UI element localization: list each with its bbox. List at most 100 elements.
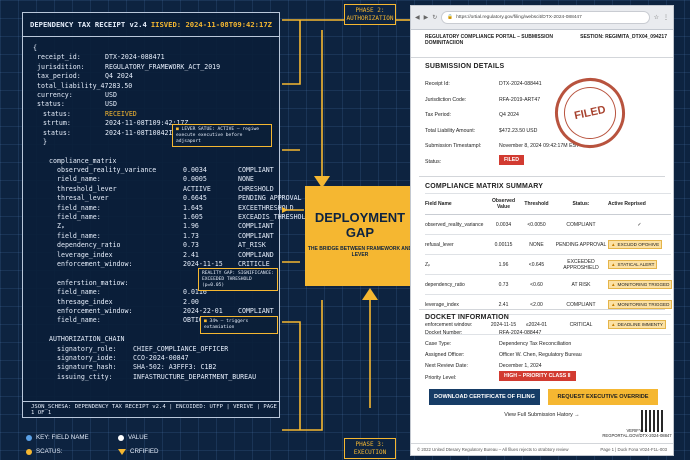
detail-row: Submission Timestampl: November 8, 2024 0…: [425, 143, 579, 149]
docket-label: Next Review Date:: [425, 363, 468, 369]
priority-label: Priority Level:: [425, 375, 457, 381]
check-icon: ✓: [637, 221, 642, 228]
warning-triangle-icon: ▲: [611, 322, 616, 327]
docket-row: Assigned Officer: Officer W. Chen, Regula…: [425, 352, 582, 358]
table-row: leverage_index 2.41 <2.00 COMPLIANT ▲ MONITOR…: [425, 295, 673, 315]
action-text: MONITORING TRIGGED: [617, 282, 670, 287]
column-header: Status:: [572, 201, 590, 207]
cell-field: dependency_ratio: [425, 281, 465, 288]
table-row: observed_reality_variance 0.0034 <0.0050 CO…: [425, 215, 671, 235]
browser-footer: © 2022 United Dtesary Regulatory Bureau …: [411, 443, 673, 455]
forward-icon[interactable]: ▶: [424, 14, 429, 21]
status-badge: FILED: [499, 155, 524, 165]
cell-status: COMPLIANT: [566, 301, 596, 308]
lock-icon: 🔒: [447, 15, 454, 20]
browser-toolbar: ◀ ▶ ↻ 🔒 https://ortial.regulatory.gov/fil…: [411, 6, 673, 30]
address-bar[interactable]: 🔒 https://ortial.regulatory.gov/filing/we…: [441, 11, 650, 24]
cell-action: ▲ DEADLINE IMMENTY: [608, 320, 671, 329]
detail-value: RFA-2019-ART47: [499, 96, 541, 103]
download-certificate-button[interactable]: DOWNLOAD CERTIFICATE OF FILING: [429, 389, 540, 405]
table-row: refusal_lever 0.00115 NONE PENDING APPROVAL…: [425, 235, 671, 255]
reload-icon[interactable]: ↻: [432, 14, 437, 21]
action-text: EXCUDD OPOHIVE: [617, 242, 660, 247]
warning-triangle-icon: ▲: [611, 242, 616, 247]
priority-badge: HIGH – PRIORITY CLASS II: [499, 371, 576, 381]
detail-row: Tax Period: Q4 2024: [425, 112, 519, 118]
qr-code-icon: [641, 410, 663, 432]
detail-label: Jurisdiction Code:: [425, 96, 467, 103]
cell-threshold: <0.645: [528, 261, 545, 268]
cell-threshold: <0.0050: [527, 221, 546, 228]
detail-value: November 8, 2024 09:42:17M EST: [499, 143, 580, 149]
phase-2-label: PHASE 2: AUTHORIZATION: [344, 4, 396, 25]
cell-threshold: <2.00: [530, 301, 543, 308]
detail-label: Receipt Id:: [425, 81, 450, 87]
docket-label: Case Type:: [425, 341, 452, 347]
detail-row: Receipt Id: DTX-2024-088441: [425, 81, 542, 87]
cell-field: Zₚ: [425, 261, 431, 268]
action-tag: ▲ DEADLINE IMMENTY: [608, 320, 666, 329]
detail-label: Total Liability Amount:: [425, 127, 476, 134]
portal-header: REGULATORY COMPLIANCE PORTAL – SUBMISSIO…: [411, 30, 673, 58]
cell-status: PENDING APPROVAL: [555, 241, 607, 248]
detail-value: Q4 2024: [499, 112, 519, 118]
cell-action: ✓: [608, 222, 671, 228]
cell-threshold: NONE: [529, 241, 544, 248]
action-tag: ▲ STATICAL ALERT: [608, 260, 658, 269]
table-row: dependency_ratio 0.73 <0.60 AT RISK ▲ MONITOR…: [425, 275, 673, 295]
cell-observed: 0.73: [498, 281, 509, 288]
cell-observed: 2.41: [498, 301, 509, 308]
cell-observed: 1.96: [498, 261, 509, 268]
column-header: Threshold: [524, 201, 549, 207]
menu-icon[interactable]: ⋮: [663, 14, 669, 21]
action-tag: ▲ MONITORING TRIGGED: [608, 280, 673, 289]
footer-copyright: © 2022 United Dtesary Regulatory Bureau …: [417, 447, 569, 452]
detail-value: DTX-2024-088441: [499, 81, 542, 87]
docket-label: Docket Number:: [425, 330, 463, 336]
cell-threshold: ≤2024-01: [525, 321, 548, 328]
cell-status: AT RISK: [571, 281, 591, 288]
action-text: MONITORING TRIGGED: [617, 302, 670, 307]
docket-label: Assigned Officer:: [425, 352, 465, 358]
cell-field: refusal_lever: [425, 241, 454, 248]
cell-action: ▲ STATICAL ALERT: [608, 260, 671, 269]
cell-status: EXCEEDED APPROSHIELD: [563, 258, 599, 271]
cell-action: ▲ MONITORING TRIGGED: [608, 300, 673, 309]
deployment-gap-box: DEPLOYMENT GAP THE BRIDGE BETWEEN FRAMEW…: [305, 186, 415, 286]
column-header: Observed Value: [491, 198, 516, 210]
back-icon[interactable]: ◀: [415, 14, 420, 21]
cell-action: ▲ EXCUDD OPOHIVE: [608, 240, 671, 249]
gap-subtitle: THE BRIDGE BETWEEN FRAMEWORK AND LEVER: [307, 246, 413, 258]
docket-value: RFA-2024-088447: [499, 330, 542, 336]
warning-triangle-icon: ▲: [611, 302, 616, 307]
column-header: Field Name: [425, 201, 452, 207]
docket-value: Officer W. Chen, Regulatory Bureau: [499, 352, 582, 358]
docket-row: Case Type: Dependency Tax Reconciliation: [425, 341, 571, 347]
docket-value: December 1, 2024: [499, 363, 542, 369]
cell-status: COMPLIANT: [566, 221, 596, 228]
submission-details-heading: SUBMISSION DETAILS: [425, 63, 505, 70]
warning-triangle-icon: ▲: [611, 282, 616, 287]
cell-field: enforcement window:: [425, 321, 473, 328]
column-header: Active Reprised: [608, 201, 646, 207]
cell-observed: 0.0034: [495, 221, 512, 228]
footer-page: Page 1 | Duck Fona V024-F1L-003: [600, 447, 667, 452]
action-tag: ▲ EXCUDD OPOHIVE: [608, 240, 663, 249]
request-override-button[interactable]: REQUEST EXECUTIVE OVERRIDE: [548, 389, 658, 405]
docket-row: Next Review Date: December 1, 2024: [425, 363, 542, 369]
gap-title: DEPLOYMENT GAP: [314, 210, 406, 240]
compliance-matrix-heading: COMPLIANCE MATRIX SUMMARY: [425, 183, 544, 190]
up-arrow-icon: [362, 288, 378, 300]
detail-row: Total Liability Amount: $472.23.50 USD: [425, 127, 537, 134]
priority-row: Priority Level: HIGH – PRIORITY CLASS II: [425, 371, 576, 381]
star-icon[interactable]: ☆: [654, 14, 659, 21]
cell-field: observed_reality_variance: [425, 221, 484, 228]
filed-stamp-text: FILED: [559, 82, 621, 144]
action-tag: ▲ MONITORING TRIGGED: [608, 300, 673, 309]
history-link[interactable]: View Full Submission Hatory →: [411, 412, 673, 418]
cell-status: CRITICAL: [569, 321, 593, 328]
action-text: DEADLINE IMMENTY: [617, 322, 663, 327]
detail-row: Jurisdiction Code: RFA-2019-ART47: [425, 96, 540, 103]
detail-label: Tax Period:: [425, 112, 451, 118]
status-label: Status:: [425, 159, 442, 165]
